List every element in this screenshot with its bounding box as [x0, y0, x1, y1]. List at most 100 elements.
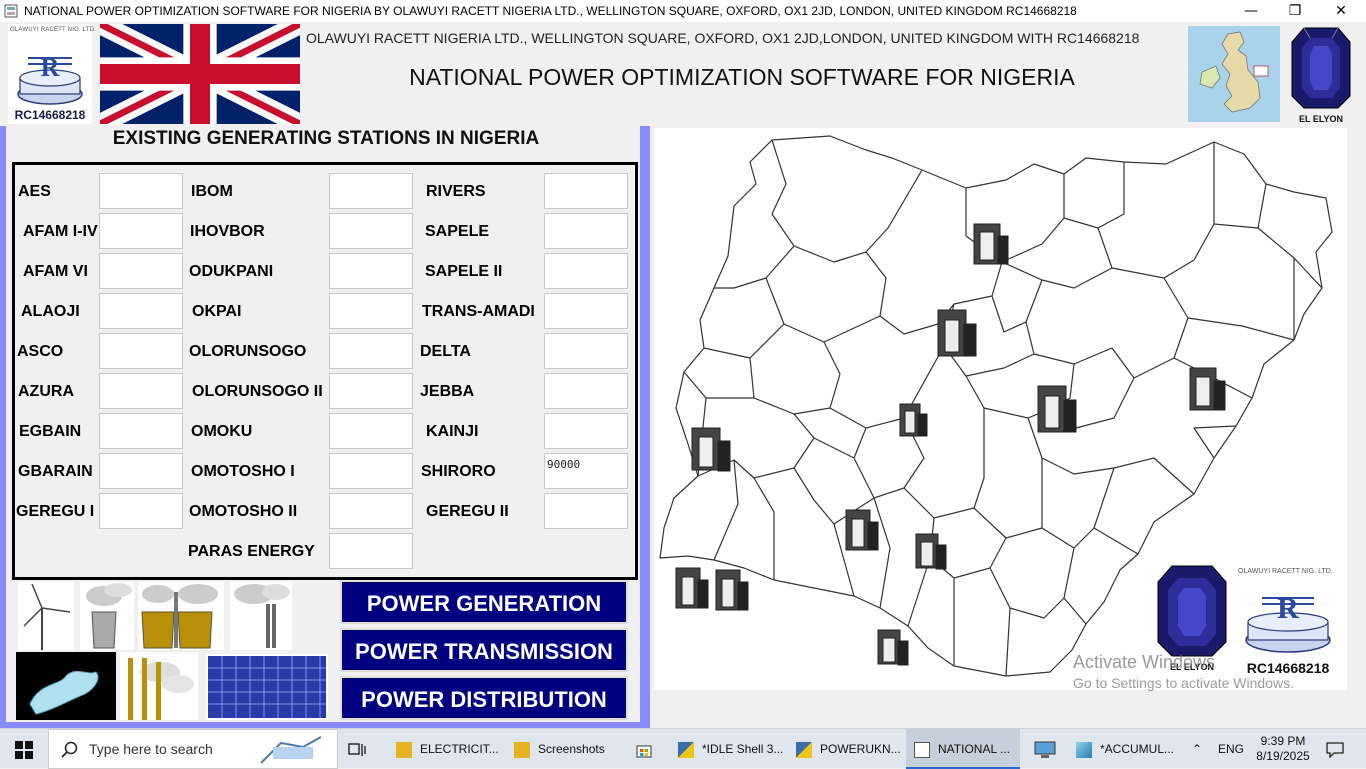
station-capacity-input[interactable]: [544, 413, 628, 449]
el-elyon-badge: EL ELYON: [1290, 26, 1352, 124]
station-label: RIVERS: [426, 183, 486, 200]
station-label: IHOVBOR: [190, 223, 265, 240]
station-label: SHIRORO: [421, 463, 496, 480]
close-button[interactable]: ✕: [1318, 0, 1364, 22]
logo-rc-number: RC14668218: [14, 108, 86, 122]
search-highlight-icon: [260, 736, 322, 764]
power-generation-button[interactable]: POWER GENERATION: [340, 580, 628, 624]
smokestack-icon: [230, 582, 292, 650]
stations-panel-inner: EXISTING GENERATING STATIONS IN NIGERIA …: [6, 126, 640, 722]
taskbar-item-explorer[interactable]: ELECTRICIT...: [388, 729, 499, 769]
taskbar-search[interactable]: Type here to search: [48, 729, 338, 769]
station-label: SAPELE: [425, 223, 490, 240]
taskbar-item-powerukn[interactable]: POWERUKN...: [790, 729, 902, 769]
station-capacity-input[interactable]: [329, 453, 413, 489]
station-capacity-input[interactable]: [544, 253, 628, 289]
station-capacity-input[interactable]: [544, 333, 628, 369]
activate-windows-watermark: Activate Windows Go to Settings to activ…: [1073, 652, 1294, 691]
clock[interactable]: 9:39 PM 8/19/2025: [1254, 729, 1312, 769]
station-capacity-input[interactable]: [329, 293, 413, 329]
station-capacity-input[interactable]: [99, 293, 183, 329]
clock-time: 9:39 PM: [1260, 734, 1306, 748]
maximize-button[interactable]: ❐: [1272, 0, 1318, 22]
folder-icon: [514, 741, 530, 758]
station-capacity-input[interactable]: 90000: [544, 453, 628, 489]
station-capacity-input[interactable]: [99, 173, 183, 209]
store-icon: [636, 745, 652, 758]
station-capacity-input[interactable]: [544, 213, 628, 249]
logo-emblem-icon: R: [17, 53, 83, 105]
search-icon: [61, 741, 78, 758]
station-label: ASCO: [17, 343, 64, 360]
station-capacity-input[interactable]: [99, 213, 183, 249]
station-capacity-input[interactable]: [329, 533, 413, 569]
station-capacity-input[interactable]: [99, 333, 183, 369]
uk-flag-icon: [100, 24, 300, 124]
app-window-icon: [914, 741, 930, 758]
station-label: GBARAIN: [18, 463, 93, 480]
minimize-button[interactable]: —: [1228, 0, 1274, 22]
station-label: OLORUNSOGO: [189, 343, 307, 360]
language-indicator[interactable]: ENG: [1218, 729, 1248, 769]
company-logo: OLAWUYI RACETT NIG. LTD. R RC14668218: [8, 24, 96, 124]
taskbar-item-idle[interactable]: *IDLE Shell 3...: [672, 729, 784, 769]
cooling-tower-icon: [80, 582, 134, 650]
notification-icon: [1326, 742, 1344, 759]
computer-icon: [1034, 741, 1056, 758]
taskbar-item-label: Screenshots: [538, 742, 605, 756]
station-label: IBOM: [191, 183, 233, 200]
start-button[interactable]: [0, 729, 48, 769]
station-capacity-input[interactable]: [329, 213, 413, 249]
window-titlebar: NATIONAL POWER OPTIMIZATION SOFTWARE FOR…: [0, 0, 1366, 22]
station-capacity-input[interactable]: [544, 173, 628, 209]
clock-date: 8/19/2025: [1256, 749, 1310, 763]
notifications-button[interactable]: [1320, 729, 1350, 769]
uk-map-icon: [1188, 26, 1280, 122]
station-capacity-input[interactable]: [329, 493, 413, 529]
station-label: GEREGU II: [426, 503, 509, 520]
power-transmission-button[interactable]: POWER TRANSMISSION: [340, 628, 628, 672]
window-title: NATIONAL POWER OPTIMIZATION SOFTWARE FOR…: [24, 4, 1077, 18]
section-heading: EXISTING GENERATING STATIONS IN NIGERIA: [112, 128, 540, 149]
station-capacity-input[interactable]: [544, 293, 628, 329]
taskbar-item-label: *IDLE Shell 3...: [702, 742, 784, 756]
taskbar-item-store[interactable]: [628, 729, 664, 769]
task-view-button[interactable]: [348, 729, 376, 769]
gas-flare-icon: [120, 652, 198, 720]
taskbar-item-national[interactable]: NATIONAL ...: [906, 729, 1020, 769]
station-label: AZURA: [18, 383, 74, 400]
tray-overflow-button[interactable]: ⌃: [1192, 729, 1210, 769]
station-capacity-input[interactable]: [99, 413, 183, 449]
taskbar-item-screenshots[interactable]: Screenshots: [506, 729, 620, 769]
task-view-icon: [348, 743, 366, 756]
station-capacity-input[interactable]: [329, 173, 413, 209]
station-capacity-input[interactable]: [544, 373, 628, 409]
taskbar-item-label: ELECTRICIT...: [420, 742, 499, 756]
station-capacity-input[interactable]: [329, 413, 413, 449]
gem-label: EL ELYON: [1298, 114, 1343, 124]
station-label: AFAM VI: [23, 263, 88, 280]
station-label: DELTA: [420, 343, 471, 360]
wind-turbine-icon: [18, 582, 74, 650]
station-label: GEREGU I: [16, 503, 95, 520]
station-capacity-input[interactable]: [329, 253, 413, 289]
svg-text:R: R: [1277, 592, 1299, 625]
stations-panel: EXISTING GENERATING STATIONS IN NIGERIA …: [0, 126, 650, 728]
taskbar-item-label: NATIONAL ...: [938, 742, 1011, 756]
windows-logo-icon: [15, 740, 33, 759]
station-label: AFAM I-IV: [23, 223, 98, 240]
station-capacity-input[interactable]: [99, 373, 183, 409]
station-capacity-input[interactable]: [99, 453, 183, 489]
plant-markers: [675, 223, 1226, 666]
station-capacity-input[interactable]: [329, 373, 413, 409]
station-capacity-input[interactable]: [329, 333, 413, 369]
nuclear-plant-icon: [138, 582, 224, 650]
station-capacity-input[interactable]: [99, 253, 183, 289]
station-label: OMOTOSHO I: [191, 463, 295, 480]
taskbar-item-network[interactable]: [1030, 729, 1064, 769]
station-capacity-input[interactable]: [544, 493, 628, 529]
station-capacity-input[interactable]: [99, 493, 183, 529]
taskbar-item-accumul[interactable]: *ACCUMUL...: [1070, 729, 1186, 769]
python-icon: [796, 741, 812, 758]
power-distribution-button[interactable]: POWER DISTRIBUTION: [340, 676, 628, 720]
